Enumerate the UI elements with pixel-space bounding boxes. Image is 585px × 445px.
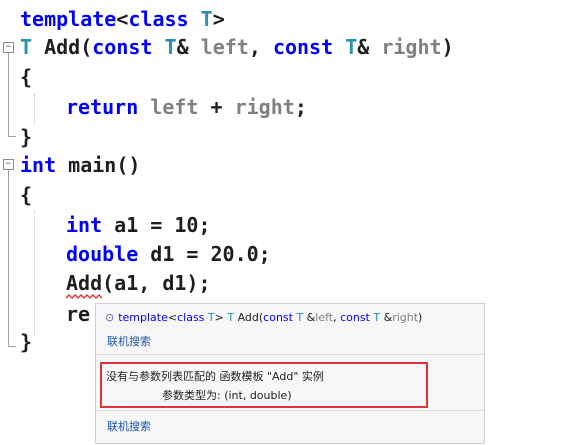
online-search-link[interactable]: 联机搜索	[107, 333, 151, 349]
punct: <	[116, 7, 129, 31]
punct: ;	[198, 213, 211, 237]
fold-guide-main	[8, 170, 9, 346]
code-line-3[interactable]: {	[20, 60, 32, 94]
fold-end-main	[8, 346, 16, 347]
function-name: main()	[56, 153, 141, 177]
type-param: T	[200, 7, 213, 31]
code-line-2[interactable]: T Add(const T& left, const T& right)	[20, 30, 454, 64]
keyword: int	[66, 213, 103, 237]
punct: >	[212, 7, 225, 31]
punct: )	[418, 311, 423, 324]
keyword: int	[20, 153, 57, 177]
keyword: const	[340, 311, 370, 324]
tooltip-divider	[96, 410, 484, 411]
type-param: T	[164, 35, 177, 59]
declaration: a1 =	[102, 213, 175, 237]
keyword: double	[66, 242, 139, 266]
function-signature: ⊙ template<class T> T Add(const T &left, …	[105, 311, 422, 324]
parameter: left	[150, 95, 199, 119]
function-name: Add(	[32, 35, 93, 59]
code-line-4[interactable]: return left + right;	[66, 90, 307, 124]
code-line-6[interactable]: int main()	[20, 148, 140, 182]
error-highlight-box	[100, 362, 428, 408]
code-line-7[interactable]: {	[20, 178, 32, 212]
type-param: T	[369, 311, 381, 324]
code-line-12[interactable]: }	[20, 325, 32, 359]
punct: <	[167, 311, 178, 324]
parameter: left	[315, 311, 334, 324]
function-name: Add(	[234, 311, 264, 324]
type-param: T	[20, 35, 33, 59]
punct: &	[380, 311, 393, 324]
fold-guide-add	[8, 53, 9, 136]
keyword: class	[128, 7, 189, 31]
parameter: right	[392, 311, 419, 324]
punct: )	[441, 35, 454, 59]
keyword: const	[272, 35, 334, 59]
parameter: left	[200, 35, 249, 59]
collapse-function-main-icon[interactable]: −	[3, 159, 14, 170]
declaration: d1 =	[138, 242, 211, 266]
keyword: class	[177, 311, 205, 324]
punct: ;	[258, 242, 271, 266]
indent-guide	[34, 94, 35, 124]
keyword: template	[20, 7, 117, 31]
parameter: right	[234, 95, 295, 119]
tooltip-divider	[96, 354, 484, 355]
online-search-link[interactable]: 联机搜索	[107, 418, 151, 434]
keyword: return	[66, 95, 139, 119]
punct: &	[176, 35, 201, 59]
operator: +	[198, 95, 235, 119]
number-literal: 10	[174, 213, 199, 237]
collapse-function-add-icon[interactable]: −	[3, 42, 14, 53]
type-param: T	[345, 35, 358, 59]
punct: ;	[294, 95, 307, 119]
keyword: const	[92, 35, 153, 59]
keyword: template	[118, 311, 168, 324]
type-param: T	[204, 311, 215, 324]
fold-end-add	[8, 136, 16, 137]
function-template-icon: ⊙	[105, 311, 115, 324]
keyword: const	[263, 311, 293, 324]
punct: &	[303, 311, 316, 324]
punct: ,	[248, 35, 273, 59]
code-line-11[interactable]: re	[66, 297, 90, 331]
punct: >	[214, 311, 228, 324]
punct: &	[357, 35, 382, 59]
number-literal: 20.0	[210, 242, 259, 266]
parameter: right	[381, 35, 442, 59]
type-param: T	[292, 311, 304, 324]
indent-guide	[34, 210, 35, 335]
